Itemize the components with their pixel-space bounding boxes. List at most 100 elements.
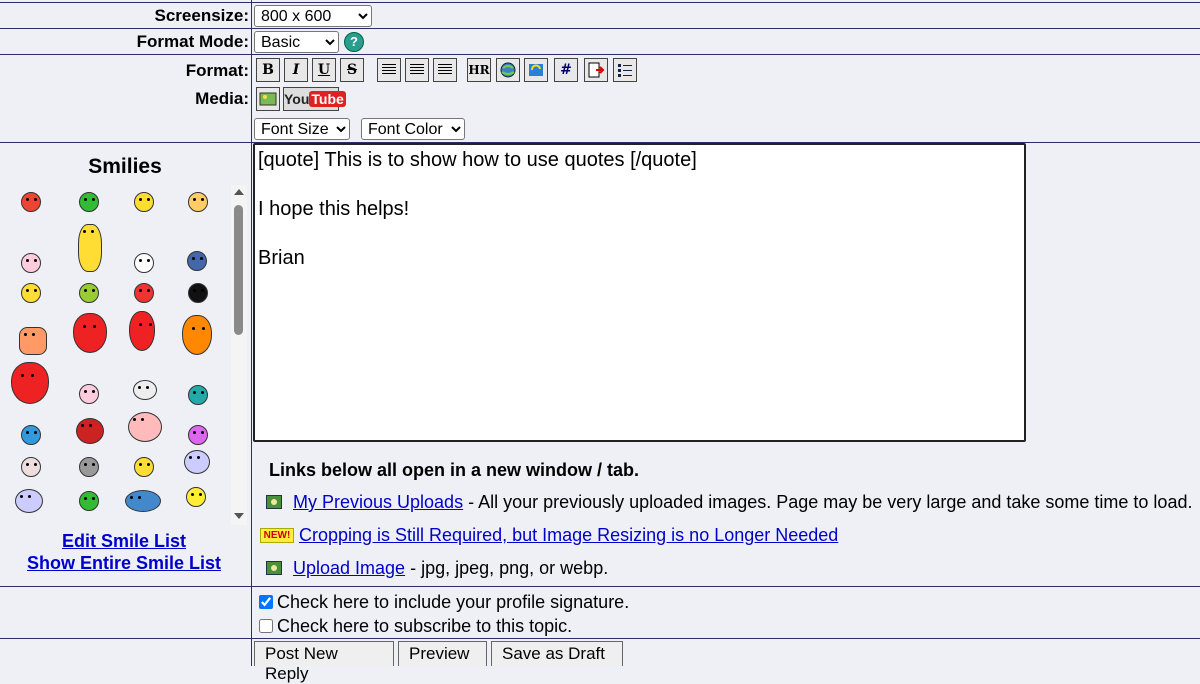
smile-icon[interactable]: [21, 192, 41, 212]
upload-description: - jpg, jpeg, png, or webp.: [405, 558, 609, 578]
show-entire-smile-list-link[interactable]: Show Entire Smile List: [0, 553, 248, 574]
subscribe-label: Check here to subscribe to this topic.: [277, 616, 573, 636]
globe-icon: [500, 62, 516, 78]
smile-icon[interactable]: [188, 283, 208, 303]
smile-icon[interactable]: [73, 313, 107, 353]
align-center-icon: [410, 64, 424, 76]
smile-icon[interactable]: [21, 457, 41, 477]
align-left-icon: [382, 64, 396, 76]
smile-icon[interactable]: [79, 384, 99, 404]
editor-line: Brian: [258, 247, 305, 269]
links-intro: Links below all open in a new window / t…: [269, 460, 640, 480]
youtube-you-text: You: [284, 91, 310, 107]
message-textarea[interactable]: [quote] This is to show how to use quote…: [253, 143, 1026, 442]
smile-icon[interactable]: [129, 311, 155, 351]
smile-icon[interactable]: [134, 192, 154, 212]
smile-icon[interactable]: [184, 450, 210, 474]
insert-link-button[interactable]: [496, 58, 520, 82]
align-right-button[interactable]: [433, 58, 457, 82]
divider: [0, 2, 1200, 3]
export-icon: [588, 62, 605, 78]
image-icon: [266, 561, 282, 575]
cropping-info-link[interactable]: Cropping is Still Required, but Image Re…: [299, 525, 838, 545]
divider: [0, 586, 1200, 587]
upload-image-link[interactable]: Upload Image: [293, 558, 405, 578]
smile-icon[interactable]: [21, 253, 41, 273]
image-icon: [266, 495, 282, 509]
divider: [0, 28, 1200, 29]
smile-icon[interactable]: [182, 315, 212, 355]
signature-checkbox[interactable]: [259, 595, 273, 609]
post-new-reply-button[interactable]: Post New Reply: [254, 641, 394, 683]
smile-icon[interactable]: [187, 251, 207, 271]
smile-icon[interactable]: [21, 283, 41, 303]
uploads-description: - All your previously uploaded images. P…: [463, 492, 1193, 512]
smile-icon[interactable]: [188, 425, 208, 445]
smile-icon[interactable]: [134, 457, 154, 477]
smile-icon[interactable]: [188, 192, 208, 212]
divider: [251, 0, 252, 666]
smilies-title: Smilies: [88, 155, 162, 178]
smile-icon[interactable]: [19, 327, 47, 355]
align-right-icon: [438, 64, 452, 76]
editor-line: I hope this helps!: [258, 198, 410, 220]
preview-button[interactable]: Preview: [398, 641, 487, 666]
subscribe-checkbox[interactable]: [259, 619, 273, 633]
save-draft-button[interactable]: Save as Draft: [491, 641, 623, 666]
smile-icon[interactable]: [11, 362, 49, 404]
align-center-button[interactable]: [405, 58, 429, 82]
smile-icon[interactable]: [133, 380, 157, 400]
bold-button[interactable]: B: [256, 58, 280, 82]
screensize-label: Screensize:: [154, 6, 250, 25]
font-color-select[interactable]: Font Color: [361, 118, 465, 140]
smile-icon[interactable]: [79, 457, 99, 477]
smile-icon[interactable]: [79, 491, 99, 511]
smile-icon[interactable]: [186, 487, 206, 507]
hash-button[interactable]: #: [554, 58, 578, 82]
smile-icon[interactable]: [79, 192, 99, 212]
divider: [0, 54, 1200, 55]
insert-image-button[interactable]: [256, 87, 280, 111]
strikethrough-button[interactable]: S: [340, 58, 364, 82]
format-label: Format:: [185, 61, 249, 80]
scroll-up-icon[interactable]: [234, 189, 244, 195]
smile-icon[interactable]: [134, 253, 154, 273]
youtube-button[interactable]: You Tube: [283, 87, 346, 111]
edit-smile-list-link[interactable]: Edit Smile List: [0, 531, 248, 552]
smile-icon[interactable]: [79, 283, 99, 303]
smile-icon[interactable]: [15, 489, 43, 513]
refresh-button[interactable]: [524, 58, 548, 82]
media-label: Media:: [195, 89, 249, 108]
scroll-thumb[interactable]: [234, 205, 243, 335]
format-mode-label: Format Mode:: [136, 32, 249, 51]
divider: [0, 638, 1200, 639]
align-left-button[interactable]: [377, 58, 401, 82]
image-icon: [259, 92, 277, 106]
horizontal-rule-button[interactable]: HR: [467, 58, 491, 82]
smile-icon[interactable]: [76, 418, 104, 444]
list-button[interactable]: [613, 58, 637, 82]
editor-line: [quote] This is to show how to use quote…: [258, 149, 697, 171]
export-button[interactable]: [584, 58, 608, 82]
smile-icon[interactable]: [78, 224, 102, 272]
list-icon: [618, 64, 632, 77]
smile-icon[interactable]: [134, 283, 154, 303]
my-previous-uploads-link[interactable]: My Previous Uploads: [293, 492, 463, 512]
smile-icon[interactable]: [188, 385, 208, 405]
smile-icon[interactable]: [125, 490, 161, 512]
format-mode-select[interactable]: Basic: [254, 31, 339, 53]
italic-button[interactable]: I: [284, 58, 308, 82]
smile-icon[interactable]: [21, 425, 41, 445]
smile-icon[interactable]: [128, 412, 162, 442]
help-icon[interactable]: ?: [344, 32, 364, 52]
signature-label: Check here to include your profile signa…: [277, 592, 630, 612]
smilies-scrollbar[interactable]: [231, 185, 247, 525]
new-badge: NEW!: [260, 528, 294, 543]
scroll-down-icon[interactable]: [234, 513, 244, 519]
screensize-select[interactable]: 800 x 600: [254, 5, 372, 27]
refresh-icon: [529, 64, 543, 76]
underline-button[interactable]: U: [312, 58, 336, 82]
font-size-select[interactable]: Font Size: [254, 118, 350, 140]
